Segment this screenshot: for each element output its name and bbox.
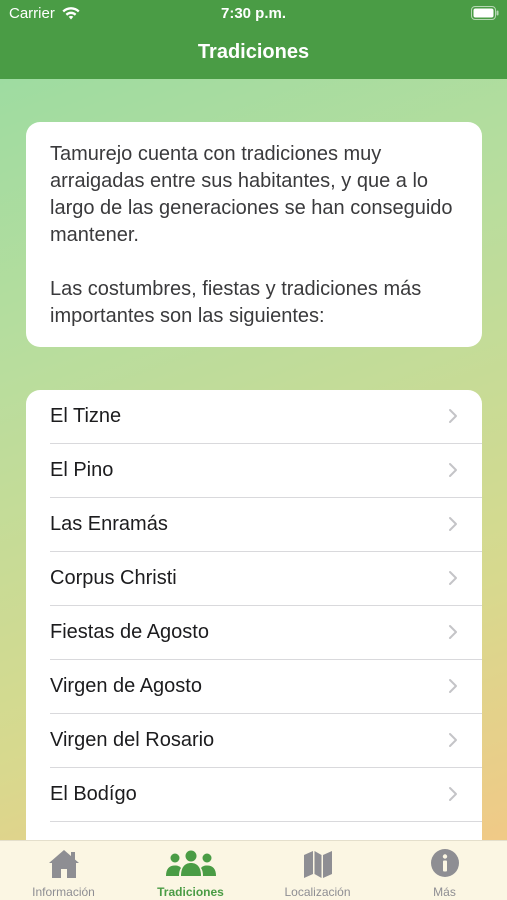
tab-label: Localización (284, 885, 351, 899)
chevron-right-icon (449, 409, 457, 423)
tab-label: Tradiciones (157, 885, 224, 899)
tab-label: Información (32, 885, 95, 899)
tab-informacion[interactable]: Información (0, 841, 127, 900)
list-item-label: Corpus Christi (50, 567, 177, 589)
chevron-right-icon (449, 679, 457, 693)
traditions-list: El Tizne El Pino Las Enramás Corpus Chri… (26, 390, 482, 860)
list-item-label: Virgen de Agosto (50, 675, 202, 697)
list-item-label: El Tizne (50, 405, 122, 427)
intro-paragraph: Las costumbres, fiestas y tradiciones má… (50, 278, 422, 327)
list-item[interactable]: El Bodígo (26, 768, 482, 822)
list-item-label: Fiestas de Agosto (50, 621, 209, 643)
tab-mas[interactable]: Más (381, 841, 507, 900)
info-icon (430, 849, 459, 877)
map-icon (303, 851, 332, 878)
list-item[interactable]: Virgen del Rosario (26, 714, 482, 768)
chevron-right-icon (449, 787, 457, 801)
list-item-label: El Bodígo (50, 783, 137, 805)
list-item[interactable]: Virgen de Agosto (26, 660, 482, 714)
tab-bar: Información Tradiciones Localización Más (0, 840, 507, 900)
list-item[interactable]: El Tizne (26, 390, 482, 444)
intro-paragraph: Tamurejo cuenta con tradiciones muy arra… (50, 143, 453, 246)
page-title: Tradiciones (197, 41, 310, 63)
chevron-right-icon (449, 463, 457, 477)
chevron-right-icon (449, 517, 457, 531)
chevron-right-icon (449, 733, 457, 747)
list-item[interactable]: Fiestas de Agosto (26, 606, 482, 660)
list-item-label: Virgen del Rosario (50, 729, 215, 751)
navigation-bar: Carrier 7:30 p.m. Tradiciones (0, 0, 507, 79)
chevron-right-icon (449, 571, 457, 585)
tab-label: Más (433, 885, 456, 899)
clock: 7:30 p.m. (220, 5, 287, 22)
chevron-right-icon (449, 625, 457, 639)
divider (50, 821, 482, 822)
tab-tradiciones[interactable]: Tradiciones (127, 841, 254, 900)
battery-icon (471, 6, 499, 20)
intro-card: Tamurejo cuenta con tradiciones muy arra… (26, 122, 482, 347)
list-item-label: Las Enramás (50, 513, 168, 535)
list-item[interactable]: Corpus Christi (26, 552, 482, 606)
list-item-label: El Pino (50, 459, 114, 481)
people-icon (165, 850, 216, 876)
house-icon (48, 850, 79, 878)
list-item[interactable]: Las Enramás (26, 498, 482, 552)
status-bar: Carrier 7:30 p.m. (0, 0, 507, 28)
list-item[interactable]: El Pino (26, 444, 482, 498)
tab-localizacion[interactable]: Localización (254, 841, 381, 900)
